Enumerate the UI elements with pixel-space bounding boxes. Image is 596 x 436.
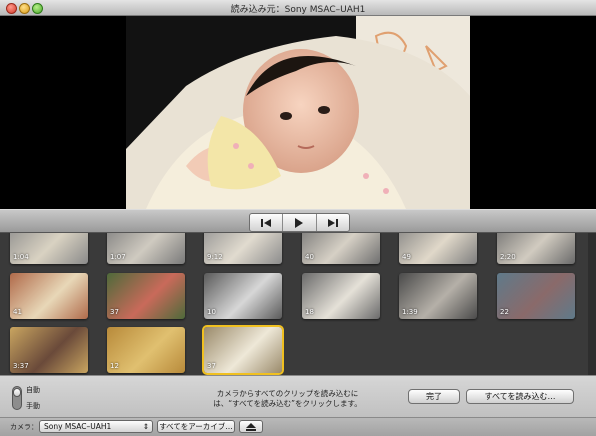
camera-label: カメラ： [10,423,38,431]
clip-duration: 40 [305,253,314,261]
clip-thumbnail[interactable]: 1:07 [107,233,185,264]
play-button[interactable] [283,214,317,231]
clip-thumbnail[interactable]: 22 [497,273,575,319]
window-titlebar: 読み込み元：Sony MSAC–UAH1 [0,0,596,16]
eject-button[interactable] [239,420,263,433]
clip-thumbnail[interactable]: 49 [399,233,477,264]
clip-thumbnail[interactable]: 1:04 [10,233,88,264]
camera-select[interactable]: Sony MSAC–UAH1 ⇕ [39,420,153,433]
skip-forward-icon [327,218,338,227]
clip-thumbnail[interactable]: 40 [302,233,380,264]
eject-icon [246,422,256,431]
clip-thumbnail[interactable]: 37 [107,273,185,319]
clip-duration: 3:37 [13,362,29,370]
clip-duration: 1:39 [402,308,418,316]
archive-all-button[interactable]: すべてをアーカイブ… [157,420,235,433]
import-all-button[interactable]: すべてを読み込む… [466,389,574,404]
clip-duration: 10 [207,308,216,316]
clip-thumbnail[interactable]: 2:20 [497,233,575,264]
previous-button[interactable] [250,214,284,231]
import-mode-toggle[interactable] [12,386,22,410]
clip-thumbnail[interactable]: 3:37 [10,327,88,373]
clip-thumbnail[interactable]: 41 [10,273,88,319]
clip-duration: 2:20 [500,253,516,261]
camera-select-value: Sony MSAC–UAH1 [44,422,112,431]
clip-duration: 9:12 [207,253,223,261]
clip-duration: 18 [305,308,314,316]
preview-image [126,16,470,209]
clip-duration: 41 [13,308,22,316]
window-title: 読み込み元：Sony MSAC–UAH1 [230,5,366,15]
camera-strip: カメラ： Sony MSAC–UAH1 ⇕ すべてをアーカイブ… [0,417,596,436]
clip-thumbnail[interactable]: 10 [204,273,282,319]
clip-duration: 37 [207,362,216,370]
select-arrows-icon: ⇕ [142,422,149,431]
clip-thumbnail[interactable]: 37 [202,325,284,375]
import-instructions: カメラからすべてのクリップを読み込むには、“すべてを読み込む”をクリックします。 [213,389,362,408]
clip-duration: 12 [110,362,119,370]
clip-grid[interactable]: 1:04 1:07 9:12 40 49 2:20 41 37 10 18 1:39 22 3:37 12… [0,233,596,375]
play-icon [295,217,304,228]
clip-thumbnail[interactable]: 12 [107,327,185,373]
next-button[interactable] [317,214,349,231]
clip-duration: 37 [110,308,119,316]
mode-manual-label: 手動 [26,402,40,410]
clip-duration: 1:04 [13,253,29,261]
playback-controls-bar [0,209,596,233]
preview-viewer [0,16,596,209]
mode-auto-label: 自動 [26,386,40,394]
clip-duration: 22 [500,308,509,316]
done-button[interactable]: 完了 [408,389,460,404]
clip-duration: 49 [402,253,411,261]
grid-scrollbar[interactable] [588,233,596,375]
skip-back-icon [261,218,272,227]
clip-duration: 1:07 [110,253,126,261]
clip-thumbnail[interactable]: 1:39 [399,273,477,319]
transport-controls [249,213,350,232]
clip-thumbnail[interactable]: 9:12 [204,233,282,264]
toggle-knob[interactable] [13,388,21,397]
clip-thumbnail[interactable]: 18 [302,273,380,319]
import-panel: 自動 手動 カメラからすべてのクリップを読み込むには、“すべてを読み込む”をクリ… [0,375,596,436]
